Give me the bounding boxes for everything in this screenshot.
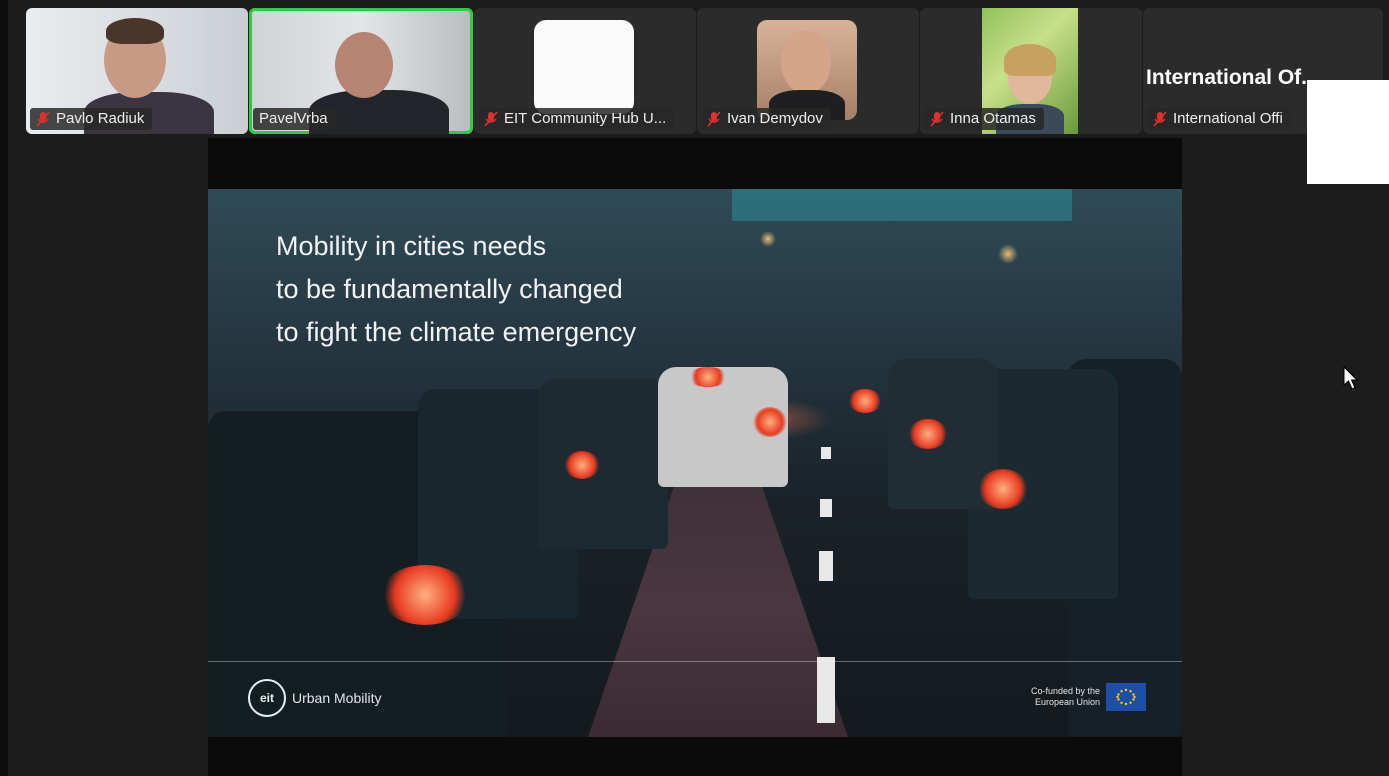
participant-nameplate: PavelVrba [253, 108, 336, 130]
mic-muted-icon [36, 111, 50, 127]
tail-light [753, 407, 787, 437]
slide-headline: Mobility in cities needs to be fundament… [276, 225, 636, 354]
participant-video [757, 20, 857, 120]
lane-marking [821, 447, 831, 459]
slide-line-1: Mobility in cities needs [276, 231, 547, 261]
participant-name: PavelVrba [259, 110, 328, 127]
eu-flag-icon [1106, 683, 1146, 711]
participant-tile-inna-otamas[interactable]: Inna Otamas [920, 8, 1142, 134]
meeting-window: Pavlo Radiuk PavelVrba EIT Community Hub… [0, 0, 1389, 776]
participant-name: Ivan Demydov [727, 110, 823, 127]
participant-name: EIT Community Hub U... [504, 110, 667, 127]
car [538, 379, 668, 549]
participant-nameplate: EIT Community Hub U... [478, 108, 675, 130]
participant-nameplate: International Offi [1147, 108, 1291, 130]
cofunded-badge: Co-funded by the European Union [1031, 683, 1146, 711]
tail-light [380, 565, 470, 625]
mouse-cursor-icon [1343, 365, 1359, 395]
window-edge [0, 0, 8, 776]
mic-muted-icon [707, 111, 721, 127]
road-sign [732, 189, 1072, 221]
mic-muted-icon [1153, 111, 1167, 127]
tail-light [688, 367, 728, 387]
eit-urban-mobility-logo: eit Urban Mobility [248, 679, 381, 717]
mic-muted-icon [484, 111, 498, 127]
avatar [534, 20, 634, 114]
lane-marking [820, 499, 832, 517]
tail-light [564, 451, 600, 479]
participant-nameplate: Pavlo Radiuk [30, 108, 153, 130]
eit-logo-mark: eit [248, 679, 286, 717]
tail-light [848, 389, 882, 413]
participant-tile-eit-community-hub[interactable]: EIT Community Hub U... [474, 8, 696, 134]
slide-line-2: to be fundamentally changed [276, 274, 623, 304]
participant-tile-ivan-demydov[interactable]: Ivan Demydov [697, 8, 919, 134]
tail-light [908, 419, 948, 449]
participant-display-name: International Of... [1146, 66, 1319, 89]
participant-nameplate: Ivan Demydov [701, 108, 831, 130]
participant-name: International Offi [1173, 110, 1283, 127]
participant-tile-pavelvrba[interactable]: PavelVrba [249, 8, 473, 134]
slide-line-3: to fight the climate emergency [276, 317, 637, 347]
mic-muted-icon [930, 111, 944, 127]
participant-nameplate: Inna Otamas [924, 108, 1044, 130]
cofund-line-1: Co-funded by the [1030, 686, 1100, 696]
cofund-line-2: European Union [1034, 697, 1100, 707]
lane-marking [819, 551, 833, 581]
presentation-slide: Mobility in cities needs to be fundament… [208, 189, 1182, 737]
logo-text: Urban Mobility [292, 690, 382, 706]
participant-tile-pavlo-radiuk[interactable]: Pavlo Radiuk [26, 8, 248, 134]
lane-marking [817, 657, 835, 723]
tail-light [978, 469, 1028, 509]
participant-name: Pavlo Radiuk [56, 110, 145, 127]
participant-name: Inna Otamas [950, 110, 1036, 127]
overlay-box [1307, 80, 1389, 184]
slide-divider [208, 661, 1182, 662]
